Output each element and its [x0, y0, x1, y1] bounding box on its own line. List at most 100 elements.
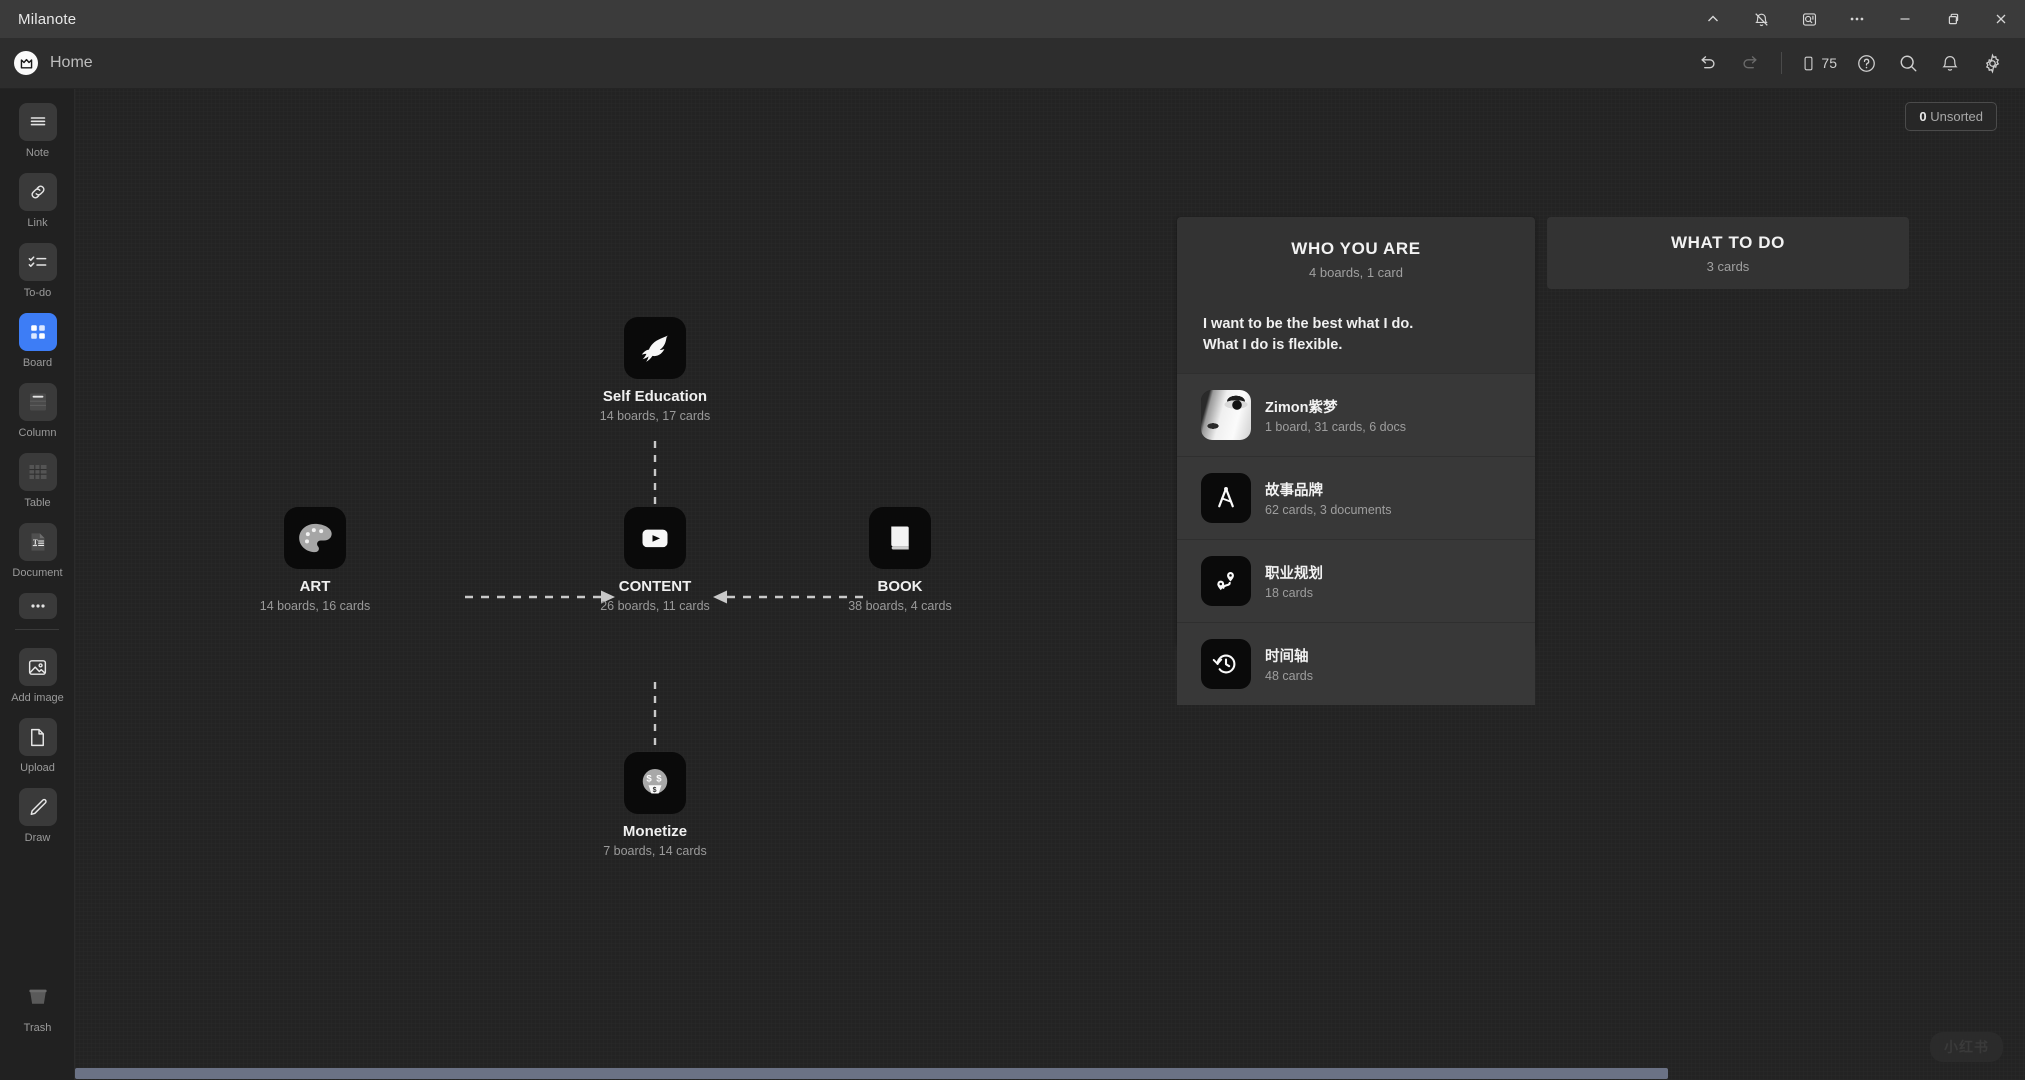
sidebar-item-add-image[interactable]: Add image [0, 648, 75, 704]
settings-gear-icon[interactable] [1973, 44, 2011, 82]
sidebar-label-note: Note [26, 147, 49, 159]
unsorted-count: 0 [1919, 109, 1926, 124]
board-node-title: CONTENT [555, 578, 755, 595]
route-icon [1201, 556, 1251, 606]
play-button-icon [624, 507, 686, 569]
help-icon[interactable] [1847, 44, 1885, 82]
sidebar-item-note[interactable]: Note [0, 103, 75, 159]
list-item-career-plan[interactable]: 职业规划 18 cards [1177, 539, 1535, 622]
app-header: Home 75 [0, 38, 2025, 89]
board-node-meta: 38 boards, 4 cards [800, 599, 1000, 613]
panel-who-you-are[interactable]: WHO YOU ARE 4 boards, 1 card I want to b… [1177, 217, 1535, 646]
draw-icon [19, 788, 57, 826]
sidebar-item-table[interactable]: Table [0, 453, 75, 509]
battery-percent: 75 [1821, 55, 1837, 71]
toolbar-separator [15, 629, 59, 630]
list-item-text: 职业规划 18 cards [1265, 562, 1323, 600]
board-node-content[interactable]: CONTENT 26 boards, 11 cards [555, 507, 755, 613]
board-icon [19, 313, 57, 351]
column-icon [19, 383, 57, 421]
app-header-actions: 75 [1689, 44, 2025, 82]
sidebar-item-draw[interactable]: Draw [0, 788, 75, 844]
panel-quote: I want to be the best what I do. What I … [1203, 314, 1509, 355]
board-node-self-education[interactable]: Self Education 14 boards, 17 cards [555, 317, 755, 423]
board-node-monetize[interactable]: $ $ $ Monetize 7 boards, 14 cards [555, 752, 755, 858]
board-node-book[interactable]: BOOK 38 boards, 4 cards [800, 507, 1000, 613]
search-icon[interactable] [1889, 44, 1927, 82]
breadcrumb[interactable]: Home [14, 51, 93, 75]
avatar-photo [1201, 390, 1251, 440]
minimize-icon[interactable] [1881, 0, 1929, 38]
sidebar-label-upload: Upload [20, 762, 55, 774]
collapse-up-icon[interactable] [1689, 0, 1737, 38]
board-node-meta: 14 boards, 17 cards [555, 409, 755, 423]
left-toolbar: Note Link To-do Board [0, 89, 75, 1080]
app-title: Milanote [18, 11, 76, 28]
list-item-text: 故事品牌 62 cards, 3 documents [1265, 479, 1391, 517]
palette-icon [284, 507, 346, 569]
milanote-logo [14, 51, 38, 75]
close-icon[interactable] [1977, 0, 2025, 38]
trash-icon [19, 978, 57, 1016]
sidebar-item-todo[interactable]: To-do [0, 243, 75, 299]
dove-icon [624, 317, 686, 379]
list-item-timeline[interactable]: 时间轴 48 cards [1177, 622, 1535, 705]
sidebar-label-trash: Trash [24, 1022, 52, 1034]
undo-icon[interactable] [1689, 44, 1727, 82]
notifications-muted-icon[interactable] [1737, 0, 1785, 38]
note-icon [19, 103, 57, 141]
sidebar-label-link: Link [27, 217, 47, 229]
panel-what-to-do[interactable]: WHAT TO DO 3 cards [1547, 217, 1909, 289]
panel-subtitle: 3 cards [1707, 259, 1750, 274]
sidebar-item-more[interactable] [0, 593, 75, 619]
list-item-text: 时间轴 48 cards [1265, 645, 1313, 683]
sidebar-item-document[interactable]: T Document [0, 523, 75, 579]
sidebar-item-board[interactable]: Board [0, 313, 75, 369]
sidebar-item-trash[interactable]: Trash [0, 978, 75, 1034]
unsorted-badge[interactable]: 0 Unsorted [1905, 102, 1997, 131]
table-icon [19, 453, 57, 491]
board-node-title: ART [215, 578, 415, 595]
sidebar-label-column: Column [19, 427, 57, 439]
todo-icon [19, 243, 57, 281]
sidebar-label-board: Board [23, 357, 52, 369]
list-item-story-brand[interactable]: 故事品牌 62 cards, 3 documents [1177, 456, 1535, 539]
sidebar-item-column[interactable]: Column [0, 383, 75, 439]
book-icon [869, 507, 931, 569]
svg-text:$: $ [646, 773, 652, 784]
board-node-title: Self Education [555, 388, 755, 405]
panel-title: WHO YOU ARE [1177, 239, 1535, 259]
list-item-title: 时间轴 [1265, 645, 1313, 666]
list-item-zimon[interactable]: Zimon紫梦 1 board, 31 cards, 6 docs [1177, 373, 1535, 456]
more-options-icon[interactable] [1833, 0, 1881, 38]
more-horizontal-icon [19, 593, 57, 619]
board-node-art[interactable]: ART 14 boards, 16 cards [215, 507, 415, 613]
sidebar-item-link[interactable]: Link [0, 173, 75, 229]
panel-title: WHAT TO DO [1671, 233, 1785, 253]
list-item-text: Zimon紫梦 1 board, 31 cards, 6 docs [1265, 396, 1406, 434]
redo-icon[interactable] [1731, 44, 1769, 82]
history-clock-icon [1201, 639, 1251, 689]
board-node-meta: 14 boards, 16 cards [215, 599, 415, 613]
board-node-meta: 7 boards, 14 cards [555, 844, 755, 858]
unsorted-label: Unsorted [1930, 109, 1983, 124]
quote-line-1: I want to be the best what I do. [1203, 314, 1509, 335]
horizontal-scrollbar[interactable] [75, 1064, 2025, 1080]
maximize-icon[interactable] [1929, 0, 1977, 38]
window-controls [1689, 0, 2025, 38]
horizontal-scrollbar-thumb[interactable] [75, 1068, 1668, 1079]
list-item-meta: 18 cards [1265, 586, 1323, 600]
money-face-icon: $ $ $ [624, 752, 686, 814]
panel-subtitle: 4 boards, 1 card [1177, 265, 1535, 280]
board-node-title: BOOK [800, 578, 1000, 595]
avatar [1201, 390, 1251, 440]
list-item-title: Zimon紫梦 [1265, 396, 1406, 417]
battery-status[interactable]: 75 [1794, 55, 1843, 72]
watermark: 小红书 [1930, 1032, 2003, 1062]
sidebar-item-upload[interactable]: Upload [0, 718, 75, 774]
sidebar-label-table: Table [24, 497, 50, 509]
notifications-icon[interactable] [1931, 44, 1969, 82]
search-panel-icon[interactable] [1785, 0, 1833, 38]
board-canvas[interactable]: 0 Unsorted Self Education 14 boards, 17 … [75, 89, 2025, 1080]
add-image-icon [19, 648, 57, 686]
